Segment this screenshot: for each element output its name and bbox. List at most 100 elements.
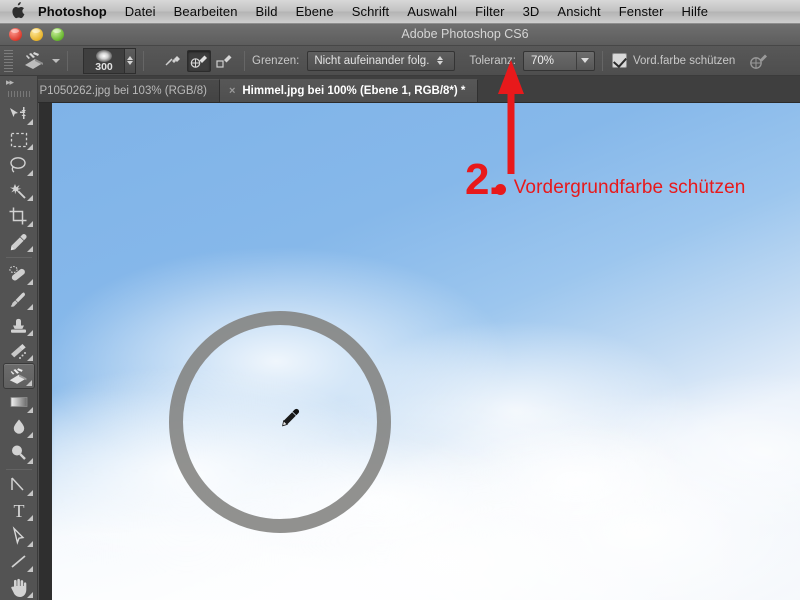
tool-preset-caret-icon (52, 58, 60, 63)
history-brush-tool[interactable] (3, 338, 35, 363)
sample-continuous-glyph-icon (190, 55, 207, 68)
document-tab-bar: × P1050262.jpg bei 103% (RGB/8) × Himmel… (0, 76, 800, 103)
sampling-mode-group (161, 49, 237, 72)
path-selection-tool[interactable] (3, 523, 35, 548)
menu-item-ebene[interactable]: Ebene (287, 4, 343, 19)
options-bar-grip[interactable] (4, 49, 13, 72)
brush-preview[interactable]: 300 (83, 47, 125, 74)
tool-corner-icon (26, 220, 33, 227)
menu-item-schrift[interactable]: Schrift (343, 4, 399, 19)
menu-item-photoshop[interactable]: Photoshop (38, 4, 116, 19)
tools-panel-grip[interactable] (7, 91, 30, 98)
limits-select[interactable]: Nicht aufeinander folg. (307, 50, 456, 71)
tools-divider (5, 468, 32, 470)
line-tool[interactable] (3, 549, 35, 574)
protect-foreground-label: Vord.farbe schützen (632, 54, 736, 67)
collapse-panel-icon[interactable]: ▸▸ (6, 77, 14, 88)
menu-item-datei[interactable]: Datei (116, 4, 165, 19)
brush-tool[interactable] (3, 287, 35, 312)
menu-item-bearbeiten[interactable]: Bearbeiten (165, 4, 247, 19)
tool-corner-icon (25, 380, 32, 387)
background-eraser-icon (25, 51, 43, 69)
tool-corner-icon (26, 566, 33, 573)
clone-stamp-tool[interactable] (3, 312, 35, 337)
tool-preset-picker[interactable] (22, 50, 60, 72)
tool-corner-icon (26, 195, 33, 202)
annotation-step-2-number: 2. (465, 155, 501, 204)
menu-item-3d[interactable]: 3D (514, 4, 549, 19)
tolerance-dropdown-arrow-icon[interactable] (575, 51, 593, 70)
application-title-bar: Adobe Photoshop CS6 (0, 24, 800, 46)
hand-tool[interactable] (3, 574, 35, 599)
application-title: Adobe Photoshop CS6 (401, 27, 529, 41)
limits-label: Grenzen: (252, 54, 300, 67)
options-separator-4 (601, 50, 603, 71)
tool-corner-icon (26, 246, 33, 253)
eyedropper-cursor (282, 408, 300, 427)
tool-corner-icon (26, 489, 33, 496)
svg-text:T: T (13, 501, 24, 521)
macos-menu-bar: Photoshop Datei Bearbeiten Bild Ebene Sc… (0, 0, 800, 24)
document-tab-label: Himmel.jpg bei 100% (Ebene 1, RGB/8*) * (242, 85, 466, 97)
healing-brush-tool[interactable] (3, 261, 35, 286)
dodge-tool[interactable] (3, 440, 35, 465)
document-tab-himmel[interactable]: × Himmel.jpg bei 100% (Ebene 1, RGB/8*) … (219, 79, 479, 102)
tolerance-value: 70% (530, 54, 555, 67)
tool-corner-icon (26, 304, 33, 311)
tools-panel-header[interactable]: ▸▸ (0, 76, 37, 88)
blur-tool[interactable] (3, 415, 35, 440)
menu-item-ansicht[interactable]: Ansicht (548, 4, 609, 19)
sample-once-glyph-icon (165, 55, 180, 65)
document-tab-label: P1050262.jpg bei 103% (RGB/8) (39, 85, 207, 97)
gradient-tool[interactable] (3, 389, 35, 414)
protect-foreground-checkbox-row[interactable]: Vord.farbe schützen (611, 53, 736, 68)
brush-size-picker[interactable]: 300 (75, 47, 136, 74)
lasso-tool[interactable] (3, 152, 35, 177)
sample-background-swatch-icon[interactable] (213, 50, 237, 72)
tools-divider (5, 257, 32, 259)
tool-corner-icon (26, 144, 33, 151)
pen-tool[interactable] (3, 473, 35, 498)
eyedropper-tool[interactable] (3, 229, 35, 254)
document-tab-p1050262[interactable]: × P1050262.jpg bei 103% (RGB/8) (17, 79, 220, 102)
airbrush-pressure-icon[interactable] (747, 51, 769, 71)
sample-continuous-off-icon[interactable] (161, 50, 185, 72)
menu-item-auswahl[interactable]: Auswahl (398, 4, 466, 19)
options-separator-3 (244, 50, 245, 71)
tool-corner-icon (26, 457, 33, 464)
menu-item-filter[interactable]: Filter (466, 4, 514, 19)
annotation-step-2-text: Vordergrundfarbe schützen (513, 177, 746, 198)
move-tool[interactable] (3, 101, 35, 126)
sample-bgswatch-glyph-icon (216, 54, 232, 68)
brush-tip-icon (96, 49, 112, 62)
annotation-step-2-dot (494, 184, 506, 195)
magic-wand-tool[interactable] (3, 178, 35, 203)
tool-corner-icon (26, 406, 33, 413)
tool-corner-icon (26, 169, 33, 176)
menu-item-hilfe[interactable]: Hilfe (673, 4, 718, 19)
menu-item-bild[interactable]: Bild (247, 4, 287, 19)
close-icon[interactable]: × (229, 85, 235, 97)
sample-continuous-icon[interactable] (187, 49, 211, 72)
limits-value: Nicht aufeinander folg. (314, 54, 430, 67)
rectangular-marquee-tool[interactable] (3, 127, 35, 152)
crop-tool[interactable] (3, 203, 35, 228)
brush-size-stepper[interactable] (124, 47, 136, 74)
type-tool[interactable]: T (3, 498, 35, 523)
apple-logo-icon[interactable] (10, 2, 25, 19)
options-separator-2 (143, 50, 144, 71)
tools-panel: ▸▸ T (0, 76, 38, 600)
tool-corner-icon (26, 329, 33, 336)
limits-updown-icon (437, 56, 444, 65)
menu-item-fenster[interactable]: Fenster (610, 4, 673, 19)
tolerance-combo[interactable]: 70% (522, 50, 595, 71)
tool-corner-icon (26, 540, 33, 547)
tool-options-bar: 300 Grenzen: Nicht aufeinander folg. Tol… (0, 46, 800, 76)
protect-foreground-checkbox[interactable] (611, 53, 627, 68)
tool-corner-icon (26, 355, 33, 362)
tool-corner-icon (26, 278, 33, 285)
photoshop-window: Photoshop Datei Bearbeiten Bild Ebene Sc… (0, 0, 800, 600)
background-eraser-tool[interactable] (2, 363, 35, 390)
tool-corner-icon (26, 118, 33, 125)
brush-size-value: 300 (95, 60, 113, 73)
